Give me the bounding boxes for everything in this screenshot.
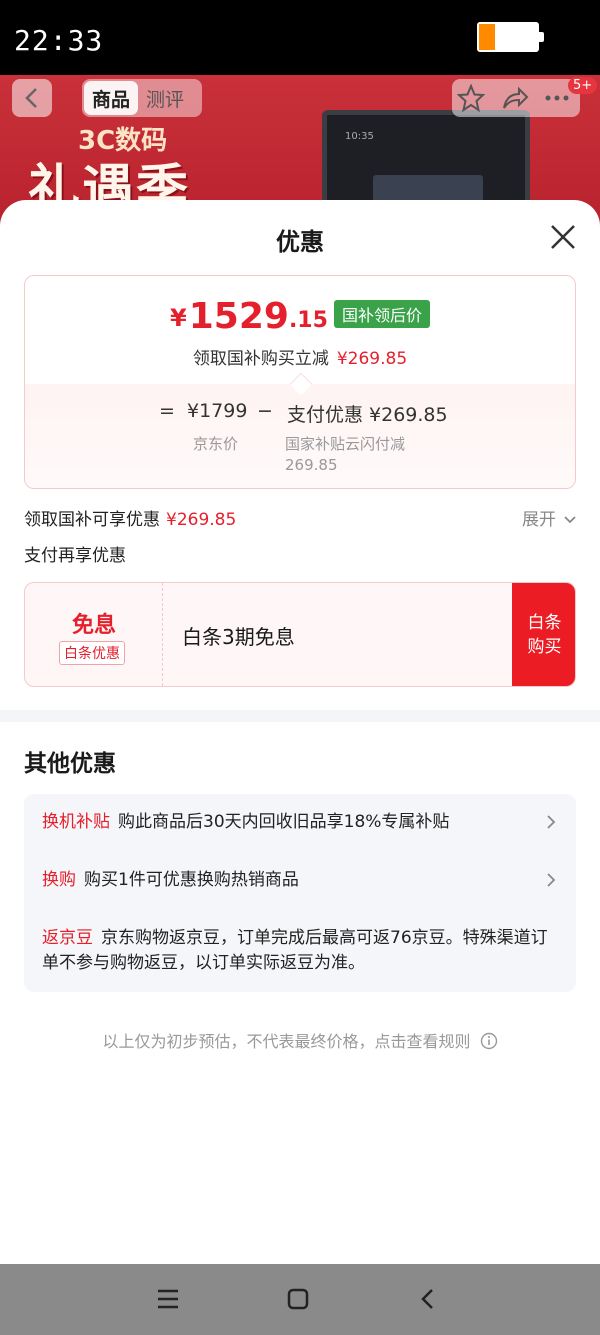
battery-level <box>479 24 496 50</box>
back-nav-icon[interactable] <box>413 1284 443 1314</box>
baitiao-tag: 白条优惠 <box>59 641 125 665</box>
rules-footnote[interactable]: 以上仅为初步预估，不代表最终价格，点击查看规则 <box>0 1028 600 1052</box>
baitiao-desc: 白条3期免息 <box>182 625 295 649</box>
back-button[interactable] <box>12 79 52 117</box>
baitiao-offer-card: 免息 白条优惠 白条3期免息 白条 购买 <box>24 582 576 687</box>
menu-icon[interactable] <box>153 1284 183 1314</box>
pay-discount-label: 国家补贴云闪付减 <box>285 435 406 453</box>
section-divider <box>0 710 600 722</box>
price-subtitle: 领取国补购买立减 ¥269.85 <box>192 349 408 369</box>
pay-more-label: 支付再享优惠 <box>24 546 126 566</box>
status-bar: 22:33 <box>0 0 600 75</box>
sheet-title: 优惠 <box>276 228 324 256</box>
chevron-right-icon <box>547 815 556 829</box>
jd-price-label: 京东价 <box>193 435 239 453</box>
discount-sheet: 优惠 ¥ 1529 .15 国补领后价 领取国补购买立减 ¥269.85 = ¥1… <box>0 200 600 1264</box>
tab-goods[interactable]: 商品 <box>84 81 138 115</box>
pay-discount-amount: 269.85 <box>285 456 338 474</box>
system-nav-bar <box>0 1264 600 1335</box>
share-icon[interactable] <box>500 83 530 113</box>
subsidy-row: 领取国补可享优惠 ¥269.85 <box>24 510 237 530</box>
price-card: ¥ 1529 .15 国补领后价 领取国补购买立减 ¥269.85 = ¥1799… <box>24 275 576 489</box>
home-icon[interactable] <box>283 1284 313 1314</box>
offer-trade-in[interactable]: 换机补贴 购此商品后30天内回收旧品享18%专属补贴 <box>42 810 542 835</box>
interest-free-label: 免息 <box>71 613 116 638</box>
chevron-right-icon <box>547 873 556 887</box>
subsidy-price-tag: 国补领后价 <box>333 300 430 328</box>
final-price: ¥ 1529 .15 国补领后价 <box>25 298 575 336</box>
chevron-left-icon <box>25 88 37 108</box>
baitiao-buy-button[interactable]: 白条 购买 <box>512 583 575 686</box>
other-offers-title: 其他优惠 <box>24 751 116 777</box>
other-offers-list: 换机补贴 购此商品后30天内回收旧品享18%专属补贴 换购 购买1件可优惠换购热销商… <box>24 794 576 992</box>
offer-exchange[interactable]: 换购 购买1件可优惠换购热销商品 <box>42 868 542 893</box>
offer-jingdou: 返京豆 京东购物返京豆，订单完成后最高可返76京豆。特殊渠道订单不参与购物返豆，以… <box>42 928 548 973</box>
battery-icon <box>477 22 544 52</box>
info-icon <box>480 1032 497 1050</box>
tab-review[interactable]: 测评 <box>146 81 184 115</box>
star-icon[interactable] <box>456 83 486 113</box>
expand-button[interactable]: 展开 <box>522 505 577 530</box>
jd-price: ¥1799 <box>187 400 248 422</box>
chevron-down-icon <box>564 516 577 524</box>
message-badge: 5+ <box>568 77 598 94</box>
close-button[interactable] <box>548 222 578 252</box>
close-icon <box>551 225 575 249</box>
pay-discount: 支付优惠 ¥269.85 <box>287 404 448 426</box>
status-time: 22:33 <box>14 24 104 57</box>
